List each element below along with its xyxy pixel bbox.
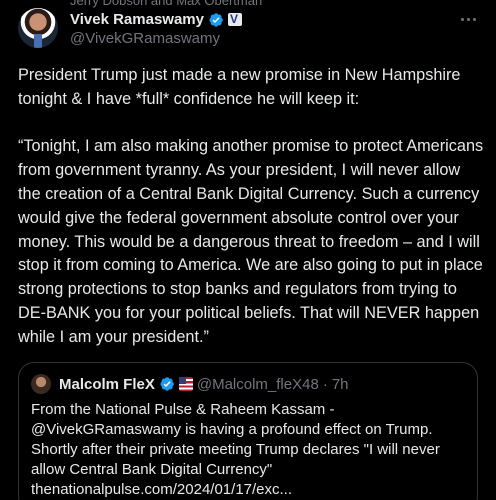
us-flag-icon bbox=[178, 377, 193, 391]
quote-author-handle: @Malcolm_fleX48 bbox=[196, 375, 319, 393]
quote-separator: · bbox=[322, 375, 328, 393]
quote-author-name: Malcolm FleX bbox=[59, 375, 155, 393]
more-dot bbox=[472, 17, 476, 21]
author-handle[interactable]: @VivekGRamaswamy bbox=[70, 30, 242, 47]
quote-timestamp: 7h bbox=[331, 375, 349, 393]
author-avatar[interactable] bbox=[18, 8, 58, 48]
author-names: Vivek Ramaswamy @VivekGRamaswamy bbox=[70, 11, 242, 47]
more-dot bbox=[460, 17, 464, 21]
verified-badge-icon bbox=[209, 12, 223, 27]
more-dot bbox=[466, 17, 470, 21]
post-text: President Trump just made a new promise … bbox=[18, 66, 484, 346]
quote-header: Malcolm FleX @Malcolm_fleX48 · 7h bbox=[31, 374, 465, 394]
quote-author-avatar bbox=[31, 374, 51, 394]
more-options-icon[interactable] bbox=[458, 12, 478, 26]
post-header: Vivek Ramaswamy @VivekGRamaswamy bbox=[18, 8, 480, 52]
author-name-row: Vivek Ramaswamy bbox=[70, 11, 242, 28]
quote-text: From the National Pulse & Raheem Kassam … bbox=[31, 401, 440, 498]
social-context[interactable]: Jerry Dobson and Max Obertman bbox=[70, 0, 262, 8]
flag-icon bbox=[227, 12, 242, 26]
author-display-name[interactable]: Vivek Ramaswamy bbox=[70, 11, 204, 28]
verified-badge-icon bbox=[160, 377, 174, 391]
quoted-post[interactable]: Malcolm FleX @Malcolm_fleX48 · 7h From t… bbox=[18, 362, 478, 500]
